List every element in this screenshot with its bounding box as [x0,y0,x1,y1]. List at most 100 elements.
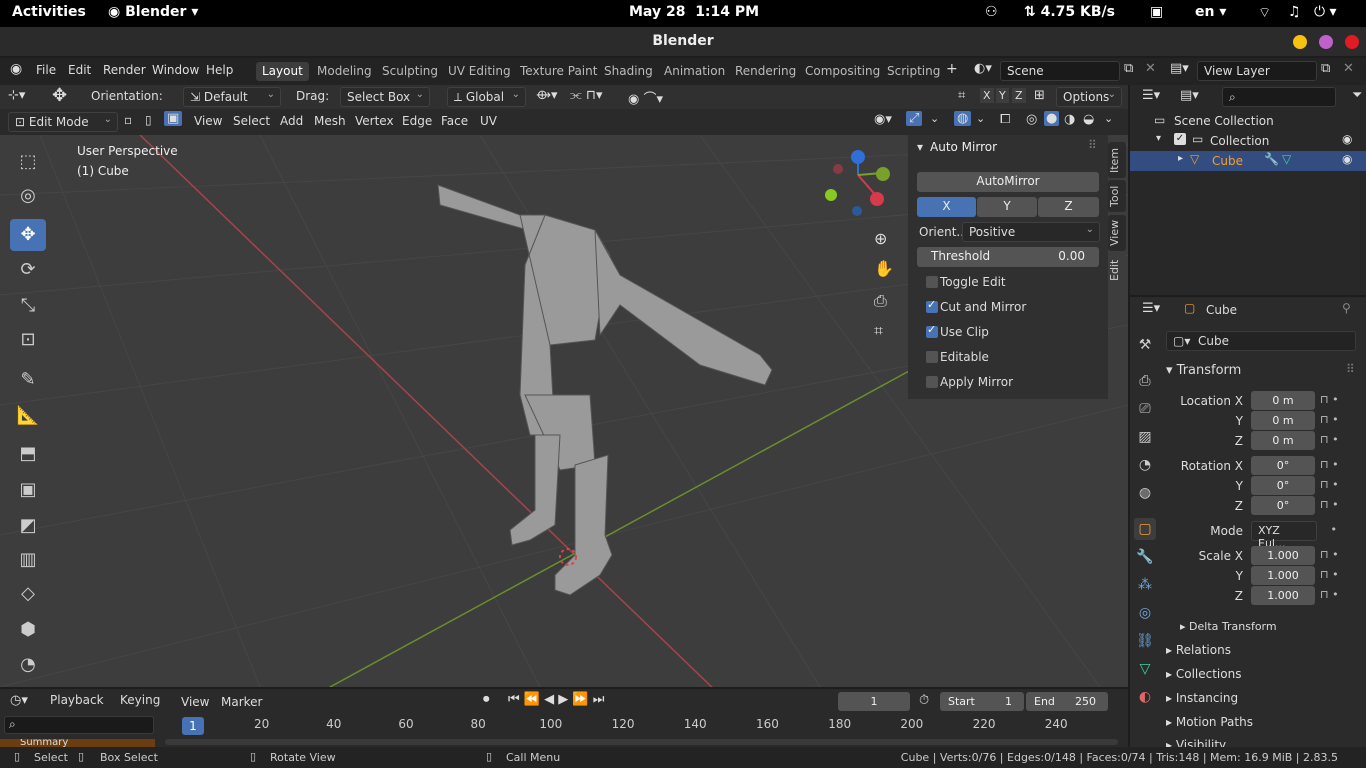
lock-icon[interactable]: ⊓ • [1320,458,1339,471]
activities-button[interactable]: Activities [12,4,86,20]
tab-uv-editing[interactable]: UV Editing [442,62,517,81]
wifi-icon[interactable]: ⌔ [1258,4,1271,22]
orient-dropdown[interactable]: Positive ⌄ [962,222,1100,242]
select-tool-icon[interactable]: ⬚ [10,146,46,178]
output-tab-icon[interactable]: ⎚ [1134,398,1156,420]
rotation-mode-dropdown[interactable]: XYZ Eul... [1251,521,1317,550]
pivot-icon[interactable]: ⟴▾ [536,88,558,103]
particles-tab-icon[interactable]: ⁂ [1134,574,1156,596]
playback-menu[interactable]: Playback [44,691,108,711]
rendered-shading-icon[interactable]: ◒ [1083,112,1094,127]
volume-icon[interactable]: ♫ [1288,4,1301,20]
material-tab-icon[interactable]: ◐ [1134,686,1156,708]
auto-merge-icon[interactable]: ⊞ [1034,88,1045,103]
bevel-tool-icon[interactable]: ◩ [10,510,46,542]
power-icon[interactable]: ⏻ ▾ [1314,4,1337,20]
material-shading-icon[interactable]: ◑ [1064,112,1075,127]
apply-mirror-checkbox[interactable] [926,376,938,388]
cube-label[interactable]: Cube [1212,154,1243,168]
menu-file[interactable]: File [36,63,56,77]
menu-help[interactable]: Help [206,63,233,77]
relations-section-header[interactable]: ▸ Relations [1166,643,1231,657]
measure-tool-icon[interactable]: 📐 [10,400,46,432]
knife-tool-icon[interactable]: ◇ [10,578,46,610]
scale-z-field[interactable]: 1.000 [1251,586,1315,605]
cut-and-mirror-checkbox[interactable] [926,298,938,313]
object-tab-icon[interactable]: ▢ [1134,518,1156,540]
keying-menu[interactable]: Keying [114,691,174,711]
scale-tool-icon[interactable]: ⤡ [10,290,46,322]
use-clip-checkbox[interactable] [926,323,938,338]
tab-animation[interactable]: Animation [658,62,731,81]
outliner-type-icon[interactable]: ☰▾ [1142,88,1160,103]
tab-texture-paint[interactable]: Texture Paint [514,62,603,81]
new-view-layer-icon[interactable]: ⧉ [1321,61,1330,76]
expand-icon[interactable]: ▸ [1178,153,1183,164]
tab-view[interactable]: View [1108,215,1126,251]
lock-icon[interactable]: ⊓ • [1320,588,1339,601]
data-tab-icon[interactable]: ▽ [1134,658,1156,680]
delete-scene-icon[interactable]: ✕ [1145,61,1156,76]
mirror-y-toggle[interactable]: Y [996,88,1009,103]
face-select-icon[interactable]: ▣ [164,111,183,126]
timeline-scrollbar[interactable] [165,739,1118,745]
location-y-field[interactable]: 0 m [1251,411,1315,430]
keyframe-dot-icon[interactable]: • [1320,523,1337,536]
lock-icon[interactable]: ⊓ • [1320,413,1339,426]
timeline-marker-menu[interactable]: Marker [221,695,262,709]
transform-tool-icon[interactable]: ⊡ [10,324,46,356]
lock-icon[interactable]: ⊓ • [1320,498,1339,511]
tab-item[interactable]: Item [1108,142,1126,178]
visibility-eye-icon[interactable]: ◉ [1342,132,1352,146]
visibility-icon[interactable]: ◉▾ [874,112,892,127]
threshold-field[interactable]: Threshold 0.00 [917,247,1099,267]
pin-icon[interactable]: ⚲ [1342,301,1351,315]
tab-rendering[interactable]: Rendering [729,62,802,81]
properties-type-icon[interactable]: ☰▾ [1142,301,1160,316]
app-menu[interactable]: ◉ Blender ▾ [108,4,198,20]
mesh-data-icon[interactable]: ▽ [1282,152,1291,166]
timeline-type-icon[interactable]: ◷▾ [10,693,28,708]
start-frame-field[interactable]: Start 1 [940,692,1024,711]
toggle-edit-checkbox[interactable] [926,276,938,288]
screen-icon[interactable]: ▣ [1150,4,1163,20]
lock-icon[interactable]: ⊓ • [1320,568,1339,581]
automirror-button[interactable]: AutoMirror [917,172,1099,192]
grid-icon[interactable]: ⌗ [874,321,883,341]
transform-orientation-dropdown[interactable]: ⟂ Global ⌄ [447,87,526,107]
tool-tab-icon[interactable]: ⚒ [1134,334,1156,356]
modifier-wrench-icon[interactable]: 🔧 [1264,152,1279,166]
new-scene-icon[interactable]: ⧉ [1124,61,1133,76]
annotate-tool-icon[interactable]: ✎ [10,364,46,396]
visibility-section-header[interactable]: ▸ Visibility [1166,738,1226,747]
tab-compositing[interactable]: Compositing [799,62,886,81]
scene-collection-label[interactable]: Scene Collection [1174,114,1274,128]
axis-x-toggle[interactable]: X [917,197,976,217]
modifier-tab-icon[interactable]: 🔧 [1134,546,1156,568]
collections-section-header[interactable]: ▸ Collections [1166,667,1241,681]
close-button[interactable] [1345,35,1359,49]
header-menu-view[interactable]: View [194,114,222,128]
panel-collapse-icon[interactable]: ▾ [917,140,923,154]
tab-sculpting[interactable]: Sculpting [376,62,444,81]
extension-icon[interactable]: ⚇ [985,4,998,20]
snap-icon[interactable]: ⫘ ⊓▾ [570,88,603,103]
orientation-dropdown[interactable]: ⇲ Default ⌄ [183,87,281,107]
delta-transform-header[interactable]: ▸ Delta Transform [1180,620,1277,633]
end-frame-field[interactable]: End 250 [1026,692,1108,711]
scale-x-field[interactable]: 1.000 [1251,546,1315,565]
view-layer-icon[interactable]: ▤▾ [1170,61,1189,76]
scene-icon[interactable]: ◐▾ [974,61,992,76]
scene-tab-icon[interactable]: ◔ [1134,454,1156,476]
timeline-search-input[interactable]: ⌕ [4,716,154,734]
menu-edit[interactable]: Edit [68,63,91,77]
extrude-tool-icon[interactable]: ⬒ [10,438,46,470]
filter-icon[interactable]: ⏷ [1352,88,1362,103]
spin-tool-icon[interactable]: ◔ [10,649,46,681]
scene-selector[interactable]: Scene [1000,61,1120,81]
current-frame-marker[interactable]: 1 [182,717,204,735]
tab-shading[interactable]: Shading [598,62,659,81]
overlay-icon[interactable]: ◍ [954,111,972,126]
transform-section-header[interactable]: ▾ Transform [1166,363,1241,378]
add-workspace-icon[interactable]: + [946,61,958,77]
